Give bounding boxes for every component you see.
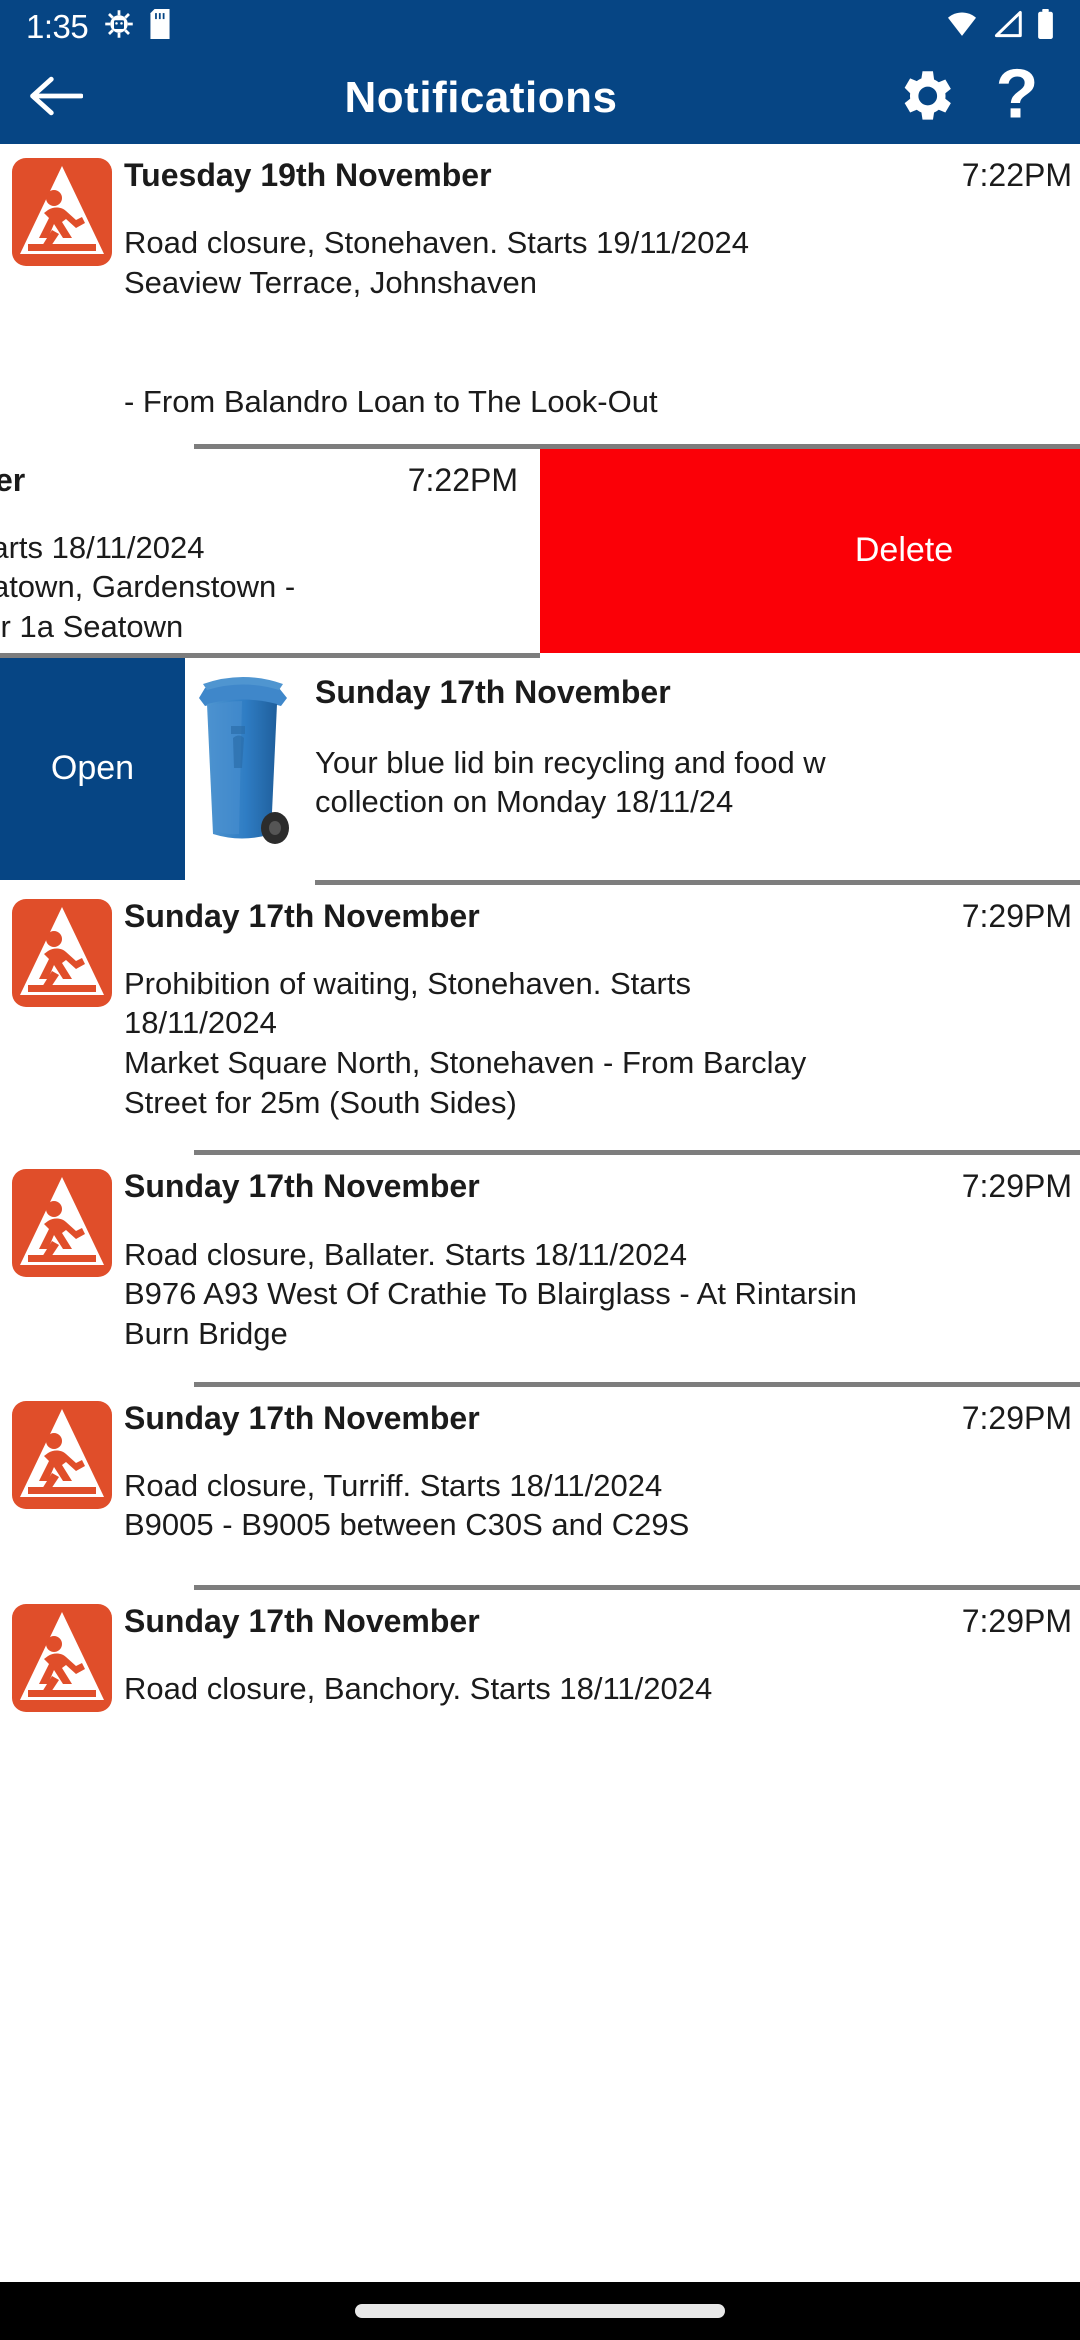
notification-date: Sunday 17th November bbox=[124, 1168, 480, 1205]
notification-body: Road closure, Turriff. Starts 18/11/2024… bbox=[124, 1467, 690, 1543]
app-bar: Notifications ? bbox=[0, 52, 1080, 144]
notification-text-cell: Sunday 17th November 7:29PM Road closure… bbox=[124, 1590, 1080, 1712]
roadworks-icon bbox=[12, 158, 112, 266]
question-mark-icon[interactable]: ? bbox=[988, 54, 1046, 136]
page-title: Notifications bbox=[344, 73, 618, 122]
list-item[interactable]: Sunday 17th November 7:29PM Road closure… bbox=[0, 1590, 1080, 1713]
notification-body: Road closure, Stonehaven. Starts 19/11/2… bbox=[124, 225, 750, 419]
battery-icon bbox=[1037, 8, 1054, 44]
android-debug-icon bbox=[104, 9, 134, 44]
notification-text-cell: Sunday 17th November 7:29PM Prohibition … bbox=[124, 885, 1080, 1123]
notification-text-cell: Sunday 17th November 7:29PM Road closure… bbox=[124, 1387, 1080, 1546]
notification-icon-cell bbox=[185, 658, 315, 880]
roadworks-icon bbox=[12, 1400, 112, 1509]
status-clock: 1:35 bbox=[26, 7, 89, 45]
notification-body: Road closure, Banchory. Starts 18/11/202… bbox=[124, 1671, 713, 1707]
wifi-icon bbox=[945, 10, 979, 43]
list-item[interactable]: Sunday 17th November 7:29PM Road closure… bbox=[0, 1155, 1080, 1387]
notification-icon-cell bbox=[0, 1387, 124, 1546]
notification-time: 7:29PM bbox=[961, 1399, 1072, 1436]
open-button[interactable]: Open bbox=[0, 657, 185, 880]
sd-card-icon bbox=[150, 8, 170, 44]
status-bar-right bbox=[945, 8, 1080, 44]
gear-icon[interactable] bbox=[892, 63, 958, 134]
notifications-screen: 1:35 Notifications ? Tuesday 19th Novemb… bbox=[0, 0, 1080, 2340]
list-item[interactable]: Sunday 17th November 7:29PM Prohibition … bbox=[0, 884, 1080, 1156]
home-gesture-pill[interactable] bbox=[355, 2304, 725, 2318]
notification-body: Road closure, Ballater. Starts 18/11/202… bbox=[124, 1236, 857, 1351]
notification-date: Sunday 17th November bbox=[124, 1399, 480, 1436]
list-item[interactable]: Sunday 17th November 7:29PM Road closure… bbox=[0, 1386, 1080, 1591]
list-item-swiped-delete[interactable]: Delete day 18th November 7:22PM d closur… bbox=[0, 448, 1080, 653]
notification-icon-cell bbox=[0, 144, 124, 422]
roadworks-icon bbox=[12, 1604, 112, 1713]
notification-body: Your blue lid bin recycling and food w c… bbox=[315, 744, 826, 820]
notification-time: 7:22PM bbox=[961, 157, 1072, 193]
notification-icon-cell bbox=[0, 885, 124, 1123]
notification-text-cell: Tuesday 19th November 7:22PM Road closur… bbox=[124, 144, 1080, 422]
status-bar-left: 1:35 bbox=[0, 7, 170, 45]
swiped-row-content[interactable]: day 18th November 7:22PM d closure, Banf… bbox=[0, 448, 540, 653]
list-item-swiped-open[interactable]: Open Sunday 17th November Your blue lid … bbox=[0, 657, 1080, 880]
notification-date: Sunday 17th November bbox=[124, 1603, 480, 1640]
notification-date: Sunday 17th November bbox=[315, 673, 671, 710]
status-bar: 1:35 bbox=[0, 0, 1080, 52]
notification-body: d closure, Banff. Starts 18/11/2024 9 Ne… bbox=[0, 529, 296, 645]
list-item[interactable]: Tuesday 19th November 7:22PM Road closur… bbox=[0, 144, 1080, 449]
notification-time: 7:29PM bbox=[961, 1168, 1072, 1205]
system-navigation-bar bbox=[0, 2282, 1080, 2340]
notification-time: 7:22PM bbox=[407, 461, 518, 498]
blue-bin-icon bbox=[185, 668, 301, 848]
signal-icon bbox=[993, 10, 1023, 43]
notification-date: day 18th November bbox=[0, 461, 26, 498]
notification-date: Sunday 17th November bbox=[124, 897, 480, 934]
notification-text-cell: Sunday 17th November Your blue lid bin r… bbox=[315, 658, 1080, 880]
app-bar-actions: ? bbox=[892, 54, 1080, 136]
notification-icon-cell bbox=[0, 1155, 124, 1353]
roadworks-icon bbox=[12, 898, 112, 1007]
notification-time: 7:29PM bbox=[961, 1603, 1072, 1640]
notification-time: 7:29PM bbox=[961, 897, 1072, 934]
delete-button[interactable]: Delete bbox=[728, 449, 1080, 653]
notification-body: Prohibition of waiting, Stonehaven. Star… bbox=[124, 965, 807, 1120]
notification-list[interactable]: Tuesday 19th November 7:22PM Road closur… bbox=[0, 144, 1080, 2340]
svg-text:?: ? bbox=[996, 61, 1039, 131]
notification-text-cell: Sunday 17th November 7:29PM Road closure… bbox=[124, 1155, 1080, 1353]
swiped-row-content[interactable]: Sunday 17th November Your blue lid bin r… bbox=[185, 657, 1080, 880]
roadworks-icon bbox=[12, 1169, 112, 1278]
notification-icon-cell bbox=[0, 1590, 124, 1713]
notification-date: Tuesday 19th November bbox=[124, 157, 492, 193]
